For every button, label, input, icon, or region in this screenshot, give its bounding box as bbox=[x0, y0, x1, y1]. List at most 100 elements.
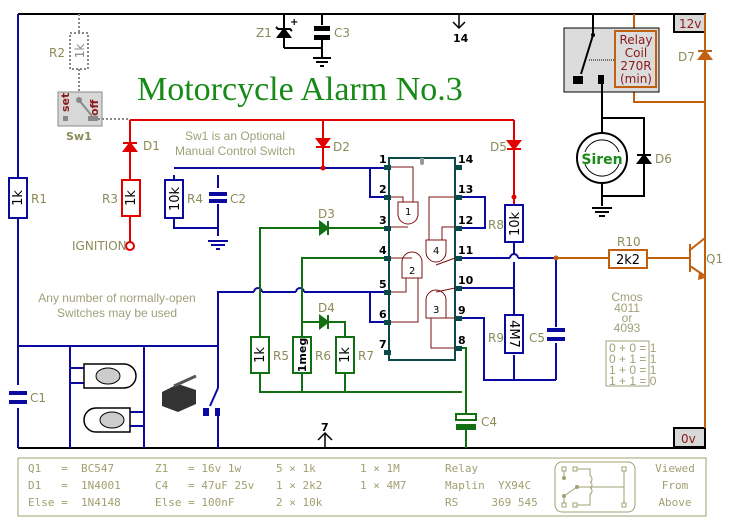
supply-pin-7-arrow bbox=[317, 431, 333, 448]
capacitor-c1 bbox=[9, 391, 27, 404]
diode-d2 bbox=[315, 138, 331, 149]
relay-coil-line1: Relay bbox=[620, 33, 653, 47]
truth-table: 0 + 0 = 1 0 + 1 = 1 1 + 0 = 1 1 + 1 = 0 bbox=[605, 340, 657, 388]
r3-value: 1k bbox=[124, 190, 139, 206]
pin-1: 1 bbox=[379, 153, 387, 166]
resistor-r4: 10k bbox=[164, 179, 184, 219]
capacitor-c5 bbox=[547, 328, 565, 341]
label-c5: C5 bbox=[529, 331, 545, 345]
label-d2: D2 bbox=[333, 140, 350, 154]
junction bbox=[320, 165, 326, 171]
nc-switch-symbol bbox=[203, 387, 220, 416]
gate-1-label: 1 bbox=[405, 207, 411, 218]
r6-value: 1meg bbox=[296, 338, 309, 372]
junction bbox=[511, 194, 517, 200]
pin-3: 3 bbox=[379, 214, 387, 227]
pin-2: 2 bbox=[379, 183, 387, 196]
label-c2: C2 bbox=[230, 192, 246, 206]
resistor-r5: 1k bbox=[250, 336, 270, 374]
label-d5: D5 bbox=[490, 140, 507, 154]
bom-above: Above bbox=[658, 496, 691, 509]
pin-7: 7 bbox=[379, 338, 387, 351]
bom-relay: Relay bbox=[445, 462, 478, 475]
capacitor-c4 bbox=[455, 413, 477, 430]
r5-value: 1k bbox=[253, 347, 268, 363]
gate-4-label: 4 bbox=[433, 246, 439, 257]
label-r7: R7 bbox=[358, 349, 374, 363]
ic-4011: 1 2 3 4 bbox=[384, 157, 462, 361]
pin-12: 12 bbox=[458, 214, 473, 227]
pin-9: 9 bbox=[458, 304, 466, 317]
bom-z1: Z1 = 16v 1w bbox=[155, 462, 241, 475]
supply-pin-14-label: 14 bbox=[453, 32, 469, 45]
label-d4: D4 bbox=[318, 301, 335, 315]
relay-coil-line3: 270R bbox=[620, 59, 651, 73]
resistor-r9: 4M7 bbox=[504, 314, 524, 354]
label-r2: R2 bbox=[49, 46, 65, 60]
pin-5: 5 bbox=[379, 278, 387, 291]
r1-value: 1k bbox=[11, 190, 26, 206]
resistor-r10: 2k2 bbox=[608, 249, 648, 269]
label-q1: Q1 bbox=[706, 252, 723, 266]
note-switches-line1: Any number of normally-open bbox=[38, 291, 195, 305]
diode-d4 bbox=[319, 314, 330, 330]
siren-label: Siren bbox=[581, 152, 622, 168]
label-d3: D3 bbox=[318, 207, 335, 221]
bom-viewed: Viewed bbox=[655, 462, 695, 475]
bom-from: From bbox=[662, 479, 689, 492]
siren: Siren bbox=[576, 132, 628, 184]
bom-else-diodes: Else = 1N4148 bbox=[28, 496, 121, 509]
label-d7: D7 bbox=[678, 50, 695, 64]
bom-c4: C4 = 47uF 25v bbox=[155, 479, 255, 492]
bom-res-4m7: 1 × 4M7 bbox=[360, 479, 406, 492]
sw1-set-label: set bbox=[59, 93, 72, 112]
resistor-r7: 1k bbox=[335, 336, 355, 374]
capacitor-c3 bbox=[313, 14, 331, 67]
rail-0v-box: 0v bbox=[673, 427, 706, 448]
label-c3: C3 bbox=[334, 26, 350, 40]
switch-sw1[interactable]: set off bbox=[57, 91, 130, 127]
label-c1: C1 bbox=[30, 391, 46, 405]
label-c4: C4 bbox=[481, 415, 497, 429]
pin-11: 11 bbox=[458, 244, 473, 257]
supply-pin-7-label: 7 bbox=[321, 421, 329, 434]
diode-d6 bbox=[636, 153, 652, 164]
label-z1: Z1 bbox=[256, 26, 272, 40]
ignition-label: IGNITION bbox=[72, 239, 127, 253]
r9-value: 4M7 bbox=[506, 320, 521, 348]
r4-value: 10k bbox=[168, 186, 183, 211]
pin-4: 4 bbox=[379, 244, 387, 257]
r7-value: 1k bbox=[338, 347, 353, 363]
truth-row-4: 1 + 1 = 0 bbox=[609, 374, 657, 388]
resistor-r8: 10k bbox=[504, 204, 524, 243]
pin-13: 13 bbox=[458, 183, 473, 196]
supply-pin-14-arrow bbox=[452, 14, 466, 30]
label-r8: R8 bbox=[488, 218, 504, 232]
bom-res-1m: 1 × 1M bbox=[360, 462, 400, 475]
schematic: 12v 0v Relay Coil 270R (min) Siren + 14 … bbox=[8, 13, 723, 517]
reed-switch-2[interactable] bbox=[83, 407, 131, 433]
relay-coil-line4: (min) bbox=[620, 72, 652, 86]
svg-text:+: + bbox=[290, 17, 298, 28]
label-r10: R10 bbox=[617, 235, 641, 249]
reed-switch-1[interactable] bbox=[83, 363, 137, 389]
note-switches-line2: Switches may be used bbox=[57, 306, 177, 320]
resistor-r1: 1k bbox=[8, 177, 28, 219]
pin-6: 6 bbox=[379, 308, 387, 321]
label-r4: R4 bbox=[187, 192, 203, 206]
note-sw1-line1: Sw1 is an Optional bbox=[185, 129, 285, 143]
label-r6: R6 bbox=[315, 349, 331, 363]
note-sw1-line2: Manual Control Switch bbox=[175, 144, 295, 158]
rail-12v-label: 12v bbox=[679, 17, 701, 31]
page-title: Motorcycle Alarm No.3 bbox=[137, 71, 463, 108]
r10-value: 2k2 bbox=[616, 253, 640, 268]
bom-relay-rs: RS 369 545 bbox=[445, 496, 538, 509]
bom-d1: D1 = 1N4001 bbox=[28, 479, 121, 492]
r2-value: 1k bbox=[73, 44, 87, 59]
label-d1: D1 bbox=[143, 139, 160, 153]
pin-8: 8 bbox=[458, 334, 466, 347]
ground-symbol bbox=[592, 207, 612, 217]
microswitch[interactable] bbox=[162, 374, 197, 412]
resistor-r3: 1k bbox=[121, 179, 141, 217]
pin-10: 10 bbox=[458, 274, 474, 287]
